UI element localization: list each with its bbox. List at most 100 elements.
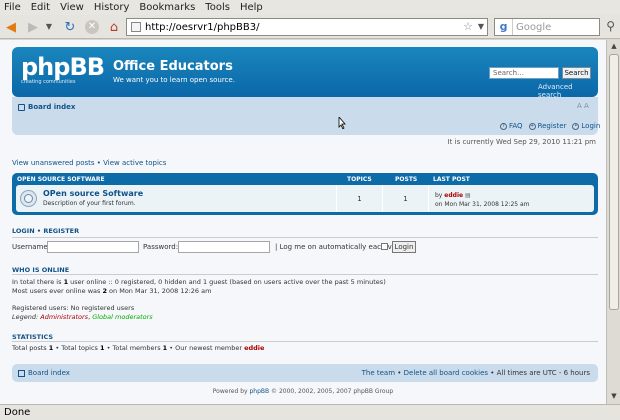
google-engine-icon[interactable]: g bbox=[495, 19, 513, 35]
login-section-title: LOGIN • REGISTER bbox=[12, 227, 79, 235]
browser-window: File Edit View History Bookmarks Tools H… bbox=[0, 0, 620, 420]
menu-help[interactable]: Help bbox=[240, 2, 263, 13]
footer-bar: Board index The team • Delete all board … bbox=[12, 364, 598, 382]
powered-by-pre: Powered by bbox=[212, 388, 250, 395]
menu-tools[interactable]: Tools bbox=[205, 2, 230, 13]
status-bar: Done bbox=[0, 404, 620, 420]
statistics-text: Total posts 1 • Total topics 1 • Total m… bbox=[12, 344, 264, 353]
last-post-user-link[interactable]: eddie bbox=[444, 192, 463, 199]
menu-view[interactable]: View bbox=[60, 2, 84, 13]
registered-users: Registered users: No registered users Le… bbox=[12, 304, 153, 322]
topics-header: TOPICS bbox=[347, 176, 372, 183]
search-go-icon[interactable]: ⚲ bbox=[606, 19, 615, 33]
footer-separator: • bbox=[395, 369, 404, 377]
team-link[interactable]: The team bbox=[362, 369, 395, 377]
register-title-link[interactable]: REGISTER bbox=[43, 227, 79, 235]
scrollbar-thumb[interactable] bbox=[609, 54, 619, 310]
powered-by-post: © 2000, 2002, 2005, 2007 phpBB Group bbox=[269, 388, 394, 395]
history-dropdown-icon[interactable]: ▼ bbox=[44, 18, 54, 36]
powered-by: Powered by phpBB © 2000, 2002, 2005, 200… bbox=[0, 388, 606, 395]
page-viewport: phpBB creating communities Office Educat… bbox=[0, 40, 606, 404]
login-icon: • bbox=[572, 122, 580, 130]
site-title: Office Educators bbox=[113, 59, 233, 74]
forum-title-link[interactable]: OPen source Software bbox=[43, 189, 143, 198]
board-index-label: Board index bbox=[28, 103, 76, 111]
online-line2-post: on Mon Mar 31, 2008 12:26 am bbox=[106, 287, 212, 295]
login-button[interactable]: Login bbox=[392, 241, 416, 253]
faq-label: FAQ bbox=[509, 122, 523, 130]
forward-icon[interactable]: ▶ bbox=[24, 18, 42, 36]
active-topics-link[interactable]: View active topics bbox=[103, 159, 166, 167]
browser-search-field[interactable]: g Google ⚲ bbox=[494, 18, 615, 36]
legend-administrators[interactable]: Administrators bbox=[40, 313, 88, 321]
address-bar-url: http://oesrvr1/phpBB3/ bbox=[145, 21, 260, 33]
online-line2-pre: Most users ever online was bbox=[12, 287, 103, 295]
forum-search-button[interactable]: Search bbox=[562, 67, 591, 79]
legend-label: Legend: bbox=[12, 313, 41, 321]
forum-list: OPEN SOURCE SOFTWARE TOPICS POSTS LAST P… bbox=[12, 173, 598, 215]
forum-description: Description of your first forum. bbox=[43, 200, 136, 207]
current-time: It is currently Wed Sep 29, 2010 11:21 p… bbox=[447, 138, 596, 146]
login-form: Username: Password: | Log me on automati… bbox=[12, 241, 598, 255]
faq-icon: ? bbox=[500, 122, 507, 130]
auto-login-checkbox[interactable] bbox=[381, 243, 388, 250]
menubar: File Edit View History Bookmarks Tools H… bbox=[0, 0, 620, 15]
page-favicon-icon bbox=[131, 22, 141, 32]
footer-board-index-label: Board index bbox=[28, 369, 70, 377]
menu-file[interactable]: File bbox=[4, 2, 21, 13]
last-post-info: by eddie ▤ on Mon Mar 31, 2008 12:25 am bbox=[435, 191, 530, 209]
reload-icon[interactable]: ↻ bbox=[62, 18, 78, 36]
username-input[interactable] bbox=[47, 241, 139, 253]
status-text: Done bbox=[4, 407, 31, 418]
login-link[interactable]: • Login bbox=[572, 122, 600, 130]
vertical-scrollbar[interactable]: ▲ ▼ bbox=[606, 40, 620, 404]
registered-users-text: Registered users: No registered users bbox=[12, 304, 135, 312]
menu-edit[interactable]: Edit bbox=[31, 2, 50, 13]
scroll-up-icon[interactable]: ▲ bbox=[609, 42, 619, 52]
register-link[interactable]: + Register bbox=[528, 122, 566, 130]
newest-member-label: • Our newest member bbox=[167, 344, 245, 352]
bookmark-star-icon[interactable]: ☆ bbox=[463, 20, 473, 33]
phpbb-link[interactable]: phpBB bbox=[249, 388, 269, 395]
url-dropdown-icon[interactable]: ▼ bbox=[478, 22, 484, 31]
forum-read-icon bbox=[20, 190, 37, 207]
footer-links: The team • Delete all board cookies • Al… bbox=[362, 369, 590, 377]
faq-link[interactable]: ? FAQ bbox=[500, 122, 523, 130]
total-members-label: • Total members bbox=[104, 344, 163, 352]
footer-board-index-link[interactable]: Board index bbox=[18, 369, 70, 377]
register-icon: + bbox=[528, 122, 536, 130]
quick-links: View unanswered posts • View active topi… bbox=[12, 159, 166, 167]
online-line1-pre: In total there is bbox=[12, 278, 64, 286]
forum-search-input[interactable]: Search… bbox=[489, 67, 559, 79]
logo-text: phpBB bbox=[21, 53, 105, 81]
menu-bookmarks[interactable]: Bookmarks bbox=[139, 2, 195, 13]
home-icon[interactable]: ⌂ bbox=[106, 18, 122, 36]
scroll-down-icon[interactable]: ▼ bbox=[609, 392, 619, 402]
font-resize-icon[interactable]: A A bbox=[577, 102, 589, 110]
category-header[interactable]: OPEN SOURCE SOFTWARE bbox=[17, 176, 105, 183]
total-topics-label: • Total topics bbox=[53, 344, 100, 352]
forum-posts-count: 1 bbox=[382, 185, 428, 212]
login-title-link[interactable]: LOGIN bbox=[12, 227, 35, 235]
forum-topics-count: 1 bbox=[336, 185, 382, 212]
password-input[interactable] bbox=[178, 241, 270, 253]
newest-member-link[interactable]: eddie bbox=[244, 344, 264, 352]
statistics-title: STATISTICS bbox=[12, 333, 54, 341]
address-bar[interactable]: http://oesrvr1/phpBB3/ ☆ ▼ bbox=[126, 18, 488, 36]
phpbb-logo[interactable]: phpBB creating communities bbox=[21, 53, 105, 91]
board-index-link[interactable]: Board index bbox=[18, 103, 75, 111]
view-latest-post-icon[interactable]: ▤ bbox=[465, 192, 471, 199]
legend-global-moderators[interactable]: Global moderators bbox=[92, 313, 152, 321]
online-line1-post: user online :: 0 registered, 0 hidden an… bbox=[68, 278, 386, 286]
mouse-cursor-icon bbox=[338, 117, 346, 129]
password-label: Password: bbox=[143, 243, 179, 251]
login-label: Login bbox=[581, 122, 601, 130]
delete-cookies-link[interactable]: Delete all board cookies bbox=[404, 369, 488, 377]
last-post-date: on Mon Mar 31, 2008 12:25 am bbox=[435, 201, 530, 208]
forum-row: OPen source Software Description of your… bbox=[16, 185, 594, 212]
unanswered-posts-link[interactable]: View unanswered posts bbox=[12, 159, 95, 167]
stop-icon[interactable]: ✕ bbox=[84, 18, 100, 36]
menu-history[interactable]: History bbox=[94, 2, 130, 13]
back-icon[interactable]: ◀ bbox=[2, 18, 20, 36]
online-stats: In total there is 1 user online :: 0 reg… bbox=[12, 278, 386, 296]
